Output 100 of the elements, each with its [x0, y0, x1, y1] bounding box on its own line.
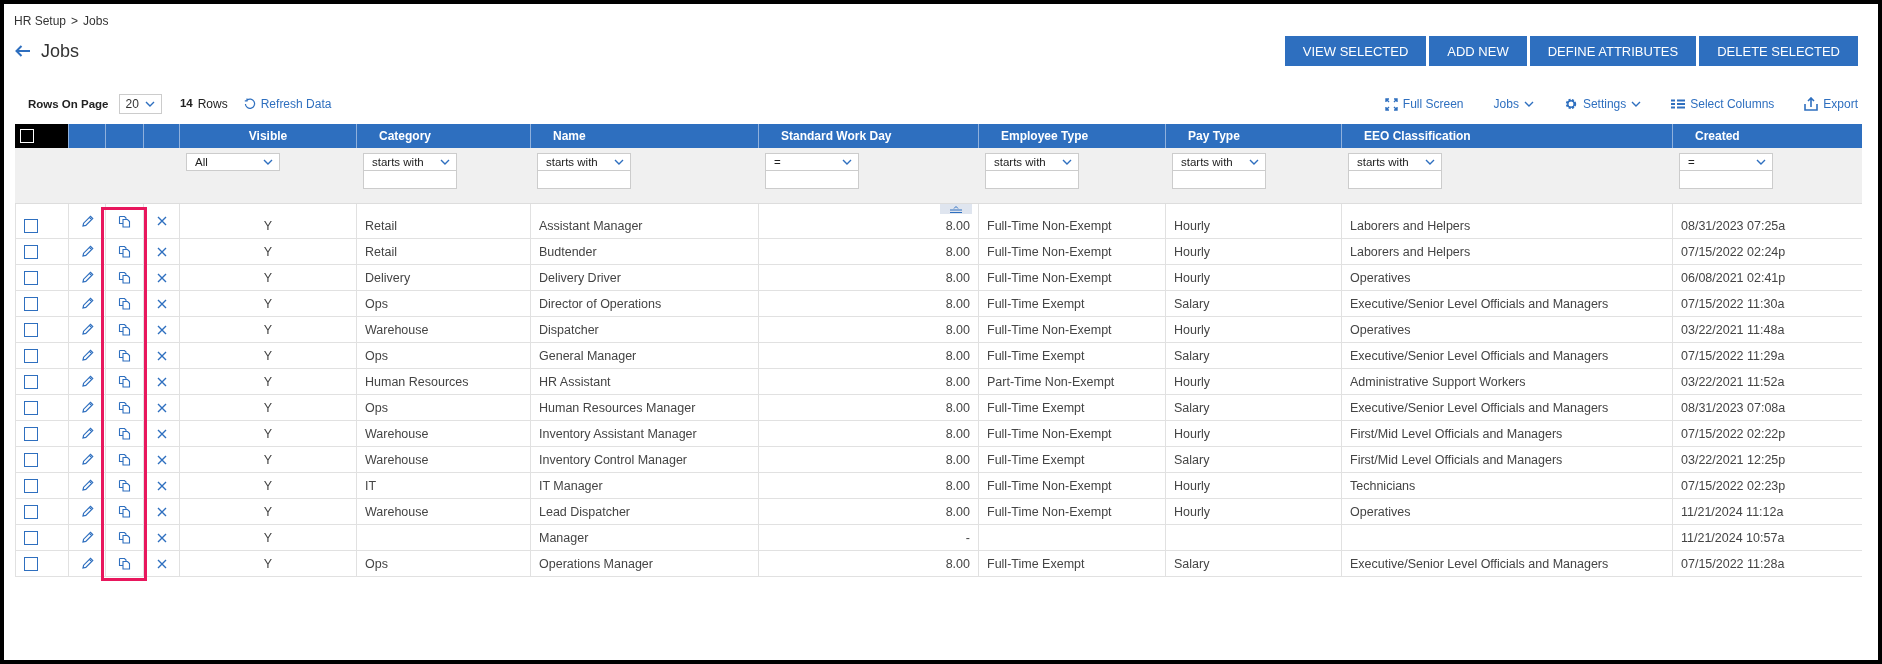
pencil-icon[interactable]	[80, 271, 94, 284]
filter-input[interactable]	[537, 171, 631, 189]
resize-handle[interactable]	[940, 204, 972, 214]
copy-icon[interactable]	[118, 271, 131, 284]
delete-icon[interactable]	[156, 454, 167, 465]
filter-select[interactable]: starts with	[537, 153, 631, 171]
pencil-icon[interactable]	[80, 427, 94, 440]
toolbar-link[interactable]: Select Columns	[1671, 97, 1775, 111]
table-cell: Y	[263, 452, 273, 467]
delete-icon[interactable]	[156, 324, 167, 335]
copy-icon[interactable]	[118, 349, 131, 362]
row-checkbox[interactable]	[24, 426, 38, 441]
copy-icon[interactable]	[118, 401, 131, 414]
delete-icon[interactable]	[156, 402, 167, 413]
filter-input[interactable]	[363, 171, 457, 189]
filter-select[interactable]: =	[765, 153, 859, 171]
pencil-icon[interactable]	[80, 453, 94, 466]
toolbar-link[interactable]: Export	[1804, 97, 1858, 111]
copy-icon[interactable]	[118, 557, 131, 570]
refresh-link[interactable]: Refresh Data	[243, 97, 332, 111]
rows-per-page-select[interactable]: 20	[118, 94, 162, 114]
row-checkbox[interactable]	[24, 504, 38, 519]
pencil-icon[interactable]	[80, 531, 94, 544]
pencil-icon[interactable]	[80, 479, 94, 492]
delete-icon[interactable]	[156, 506, 167, 517]
column-header[interactable]: Category	[356, 124, 530, 148]
select-all-checkbox[interactable]	[20, 129, 34, 143]
copy-icon[interactable]	[118, 323, 131, 336]
action-button[interactable]: DELETE SELECTED	[1699, 36, 1858, 66]
table-cell: Y	[263, 556, 273, 571]
filter-select[interactable]: starts with	[985, 153, 1079, 171]
column-header[interactable]: Visible	[179, 124, 356, 148]
filter-select[interactable]: All	[186, 153, 280, 171]
chevron-icon	[144, 101, 155, 107]
filter-input[interactable]	[1348, 171, 1442, 189]
action-button[interactable]: DEFINE ATTRIBUTES	[1529, 36, 1697, 66]
row-checkbox[interactable]	[24, 478, 38, 493]
pencil-icon[interactable]	[80, 557, 94, 570]
copy-icon[interactable]	[118, 453, 131, 466]
delete-icon[interactable]	[156, 376, 167, 387]
delete-icon[interactable]	[156, 298, 167, 309]
row-checkbox[interactable]	[24, 374, 38, 389]
pencil-icon[interactable]	[80, 214, 94, 228]
filter-select[interactable]: starts with	[1348, 153, 1442, 171]
page-title: Jobs	[41, 40, 80, 62]
column-header[interactable]: EEO Classification	[1341, 124, 1672, 148]
copy-icon[interactable]	[118, 531, 131, 544]
copy-icon[interactable]	[118, 297, 131, 310]
delete-icon[interactable]	[156, 532, 167, 543]
column-header[interactable]: Employee Type	[978, 124, 1165, 148]
back-arrow-icon[interactable]	[15, 45, 31, 57]
row-checkbox[interactable]	[24, 348, 38, 363]
column-header[interactable]: Pay Type	[1165, 124, 1341, 148]
delete-icon[interactable]	[156, 428, 167, 439]
toolbar-link[interactable]: Full Screen	[1384, 97, 1464, 111]
row-checkbox[interactable]	[24, 452, 38, 467]
copy-icon[interactable]	[118, 479, 131, 492]
pencil-icon[interactable]	[80, 349, 94, 362]
pencil-icon[interactable]	[80, 323, 94, 336]
pencil-icon[interactable]	[80, 297, 94, 310]
delete-icon[interactable]	[156, 246, 167, 257]
row-checkbox[interactable]	[24, 322, 38, 337]
row-checkbox[interactable]	[24, 296, 38, 311]
row-checkbox[interactable]	[24, 219, 38, 233]
filter-select[interactable]: starts with	[363, 153, 457, 171]
copy-icon[interactable]	[118, 505, 131, 518]
filter-select[interactable]: starts with	[1172, 153, 1266, 171]
row-checkbox[interactable]	[24, 244, 38, 259]
filter-input[interactable]	[765, 171, 859, 189]
delete-icon[interactable]	[156, 558, 167, 569]
column-header[interactable]: Name	[530, 124, 758, 148]
row-checkbox[interactable]	[24, 530, 38, 545]
row-checkbox[interactable]	[24, 270, 38, 285]
pencil-icon[interactable]	[80, 245, 94, 258]
action-button[interactable]: ADD NEW	[1429, 36, 1527, 66]
copy-icon[interactable]	[118, 245, 131, 258]
menu-dropdown[interactable]: Jobs	[1493, 97, 1534, 111]
pencil-icon[interactable]	[80, 375, 94, 388]
delete-icon[interactable]	[156, 480, 167, 491]
copy-icon[interactable]	[118, 375, 131, 388]
column-header[interactable]: Created	[1672, 124, 1862, 148]
row-checkbox[interactable]	[24, 400, 38, 415]
copy-icon[interactable]	[118, 427, 131, 440]
breadcrumb-link[interactable]: HR Setup	[14, 14, 67, 28]
pencil-icon[interactable]	[80, 505, 94, 518]
toolbar-link[interactable]: Settings	[1563, 97, 1642, 111]
filter-input[interactable]	[1679, 171, 1773, 189]
filter-select[interactable]: =	[1679, 153, 1773, 171]
delete-icon[interactable]	[156, 350, 167, 361]
collapse-icon	[949, 205, 963, 213]
pencil-icon[interactable]	[80, 401, 94, 414]
filter-input[interactable]	[985, 171, 1079, 189]
row-checkbox[interactable]	[24, 556, 38, 571]
delete-icon[interactable]	[156, 216, 167, 226]
delete-icon[interactable]	[156, 272, 167, 283]
column-header[interactable]: Standard Work Day	[758, 124, 978, 148]
copy-icon[interactable]	[118, 214, 131, 228]
action-button[interactable]: VIEW SELECTED	[1284, 36, 1427, 66]
table-cell: Salary	[1174, 452, 1210, 467]
filter-input[interactable]	[1172, 171, 1266, 189]
